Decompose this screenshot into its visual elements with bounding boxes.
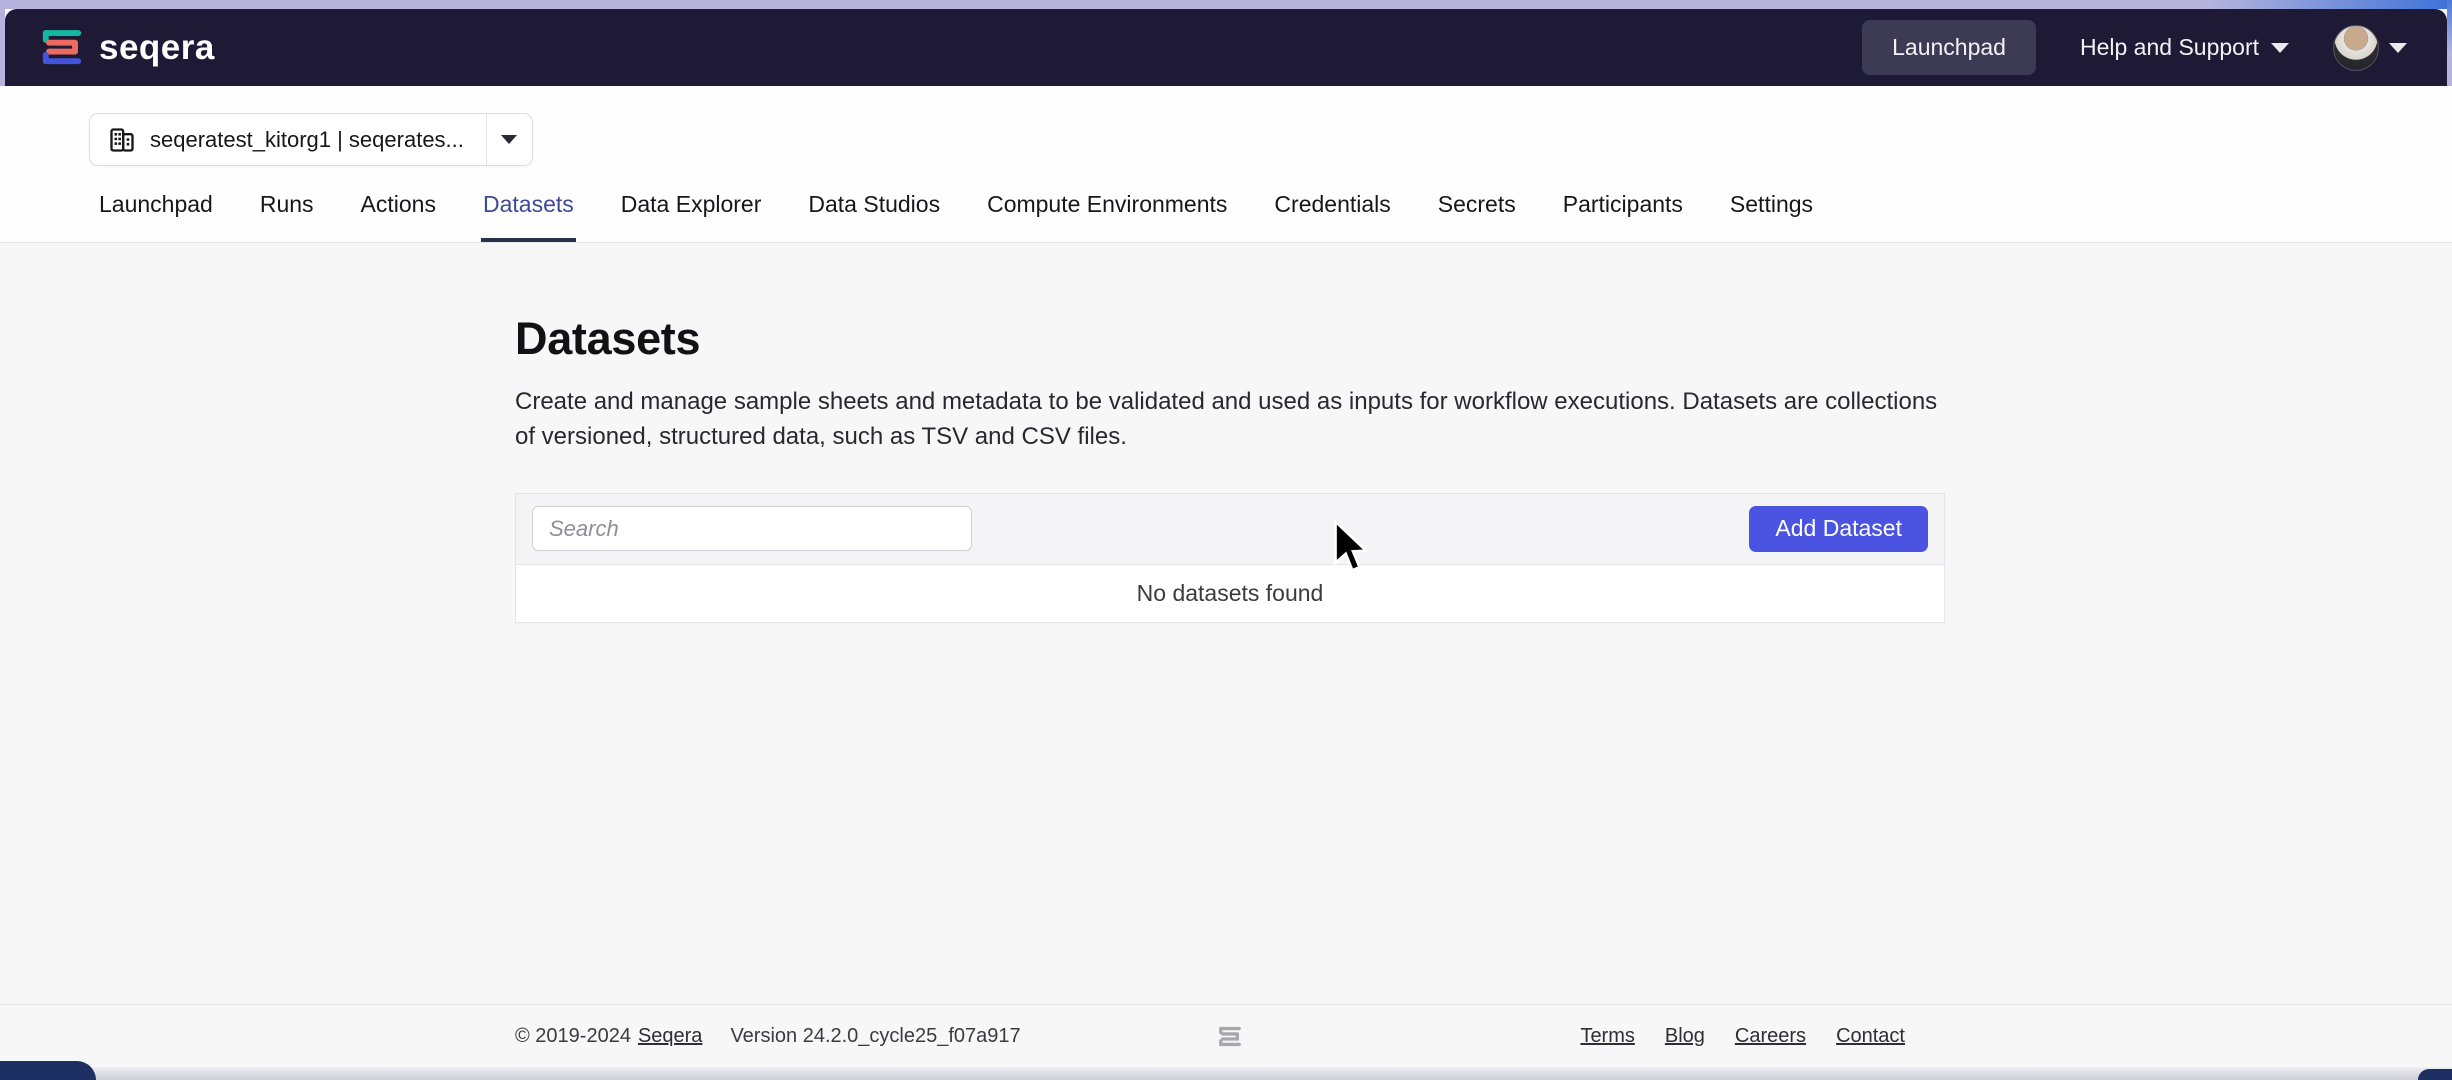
seqera-glyph-icon — [1217, 1024, 1243, 1050]
user-menu[interactable] — [2333, 25, 2407, 71]
datasets-panel: Add Dataset No datasets found — [515, 493, 1945, 623]
tab-compute-environments[interactable]: Compute Environments — [985, 191, 1229, 242]
chevron-down-icon — [2389, 43, 2407, 53]
contact-link[interactable]: Contact — [1836, 1025, 1905, 1048]
chevron-down-icon — [501, 135, 517, 144]
tab-participants[interactable]: Participants — [1561, 191, 1685, 242]
tab-data-explorer[interactable]: Data Explorer — [619, 191, 764, 242]
footer: © 2019-2024 Seqera Version 24.2.0_cycle2… — [0, 1004, 2452, 1068]
workspace-selector[interactable]: seqeratest_kitorg1 | seqerates... — [89, 113, 533, 166]
copyright-years: © 2019-2024 — [515, 1025, 631, 1048]
help-and-support-label: Help and Support — [2080, 34, 2259, 61]
datasets-toolbar: Add Dataset — [515, 493, 1945, 565]
help-and-support-menu[interactable]: Help and Support — [2080, 34, 2289, 61]
window-bottom-edge — [0, 1067, 2452, 1080]
window-right-edge — [2447, 0, 2452, 88]
page-title: Datasets — [515, 313, 1945, 365]
tab-launchpad[interactable]: Launchpad — [97, 191, 215, 242]
workspace-selector-label: seqeratest_kitorg1 | seqerates... — [150, 127, 464, 153]
brand-wordmark: seqera — [99, 28, 215, 68]
tab-secrets[interactable]: Secrets — [1436, 191, 1518, 242]
tab-data-studios[interactable]: Data Studios — [806, 191, 942, 242]
wallpaper-corner-left — [0, 1061, 96, 1080]
careers-link[interactable]: Careers — [1735, 1025, 1806, 1048]
add-dataset-button[interactable]: Add Dataset — [1749, 506, 1928, 552]
workspace-selector-caret[interactable] — [486, 114, 532, 165]
main-content: Datasets Create and manage sample sheets… — [0, 243, 2452, 623]
launchpad-button[interactable]: Launchpad — [1862, 20, 2036, 75]
user-avatar — [2333, 25, 2379, 71]
footer-links: Terms Blog Careers Contact — [1580, 1025, 1945, 1048]
tab-settings[interactable]: Settings — [1728, 191, 1815, 242]
seqera-brand[interactable]: seqera — [39, 25, 215, 71]
workspace-tabs: Launchpad Runs Actions Datasets Data Exp… — [97, 191, 1815, 242]
window-top-edge — [0, 0, 2452, 9]
seqera-logo-icon — [39, 25, 85, 71]
copyright-text: © 2019-2024 Seqera — [515, 1025, 702, 1048]
tab-credentials[interactable]: Credentials — [1272, 191, 1392, 242]
top-navbar: seqera Launchpad Help and Support — [5, 9, 2447, 86]
tab-runs[interactable]: Runs — [258, 191, 316, 242]
page-description: Create and manage sample sheets and meta… — [515, 385, 1945, 455]
tab-actions[interactable]: Actions — [359, 191, 438, 242]
blog-link[interactable]: Blog — [1665, 1025, 1705, 1048]
version-text: Version 24.2.0_cycle25_f07a917 — [730, 1025, 1020, 1048]
terms-link[interactable]: Terms — [1580, 1025, 1634, 1048]
seqera-company-link[interactable]: Seqera — [638, 1025, 703, 1048]
chevron-down-icon — [2271, 43, 2289, 53]
tab-datasets[interactable]: Datasets — [481, 191, 576, 242]
search-input[interactable] — [532, 506, 972, 551]
workspace-header-band: seqeratest_kitorg1 | seqerates... Launch… — [0, 86, 2452, 243]
datasets-empty-row: No datasets found — [515, 565, 1945, 623]
organization-icon — [108, 126, 136, 154]
empty-state-message: No datasets found — [1137, 580, 1324, 607]
wallpaper-corner-right — [2418, 1069, 2452, 1080]
